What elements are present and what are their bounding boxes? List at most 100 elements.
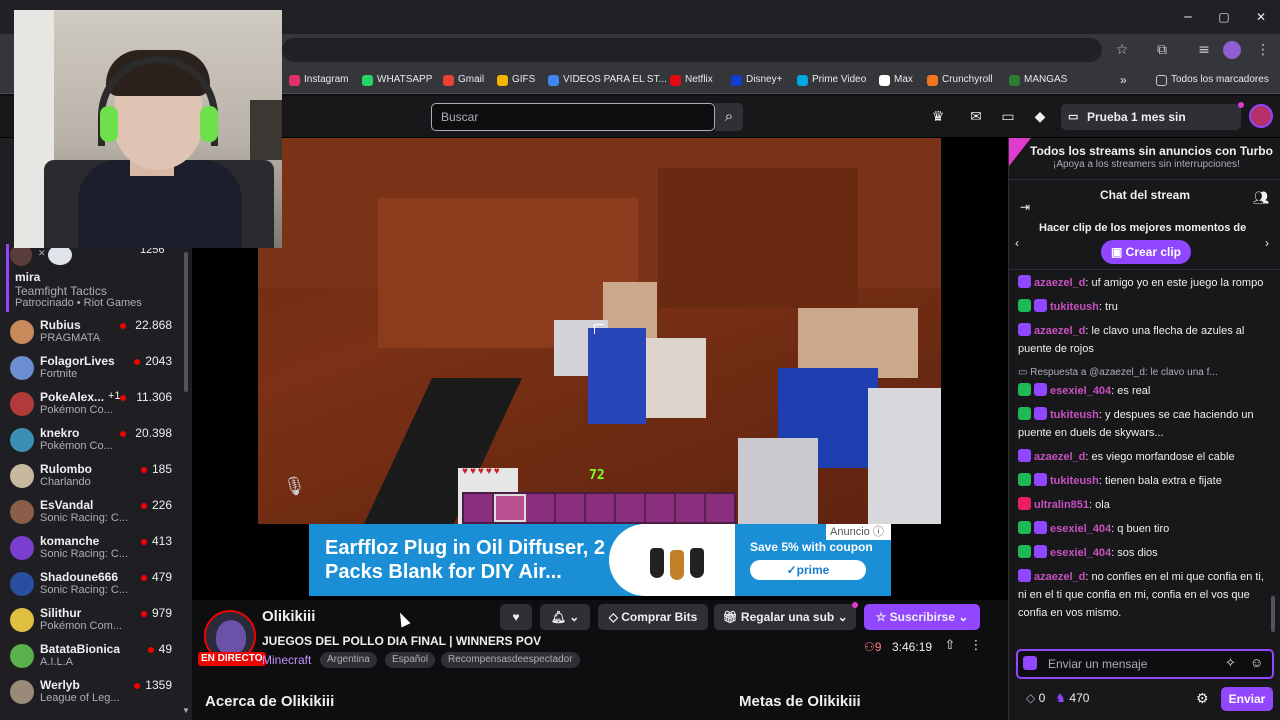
channel-name[interactable]: FolagorLives <box>40 354 115 368</box>
bookmarks-overflow-icon[interactable]: » <box>1120 72 1127 88</box>
chat-badge-icon[interactable] <box>1018 383 1031 396</box>
chat-badge-icon[interactable] <box>1018 299 1031 312</box>
whispers-icon[interactable]: ▭ <box>998 108 1018 126</box>
chat-username[interactable]: azaezel_d <box>1034 277 1085 289</box>
chat-message[interactable]: tukiteush: tru <box>1018 298 1266 316</box>
chat-username[interactable]: esexiel_404 <box>1050 523 1111 535</box>
channel-name[interactable]: Rubius <box>40 318 81 332</box>
bookmark-item[interactable]: Disney+ <box>731 72 782 88</box>
bits-and-points[interactable]: ◇ 0 ♞ 470 <box>1026 691 1089 705</box>
emote-icon[interactable]: ☺ <box>1250 655 1263 670</box>
channel-avatar[interactable] <box>10 608 34 632</box>
chat-identity-badge[interactable] <box>1023 656 1037 670</box>
chat-message[interactable]: esexiel_404: es real <box>1018 382 1266 400</box>
chat-username[interactable]: tukiteush <box>1050 301 1099 313</box>
channel-name[interactable]: PokeAlex... <box>40 390 104 404</box>
subscribe-button[interactable]: ☆ Suscribirse ⌄ <box>864 604 980 630</box>
bits-icon[interactable]: ◆ <box>1030 108 1050 126</box>
extensions-icon[interactable]: ⧉ <box>1151 40 1173 60</box>
bookmark-item[interactable]: WHATSAPP <box>362 72 432 88</box>
chat-message[interactable]: esexiel_404: sos dios <box>1018 544 1266 562</box>
address-bar[interactable] <box>282 38 1102 62</box>
bookmark-item[interactable]: Max <box>879 72 913 88</box>
maximize-icon[interactable]: ▢ <box>1214 8 1234 26</box>
media-control-icon[interactable]: ≡ <box>1193 40 1215 60</box>
game-category-link[interactable]: Minecraft <box>262 653 311 667</box>
chat-message[interactable]: azaezel_d: le clavo una flecha de azules… <box>1018 322 1266 358</box>
tag-recompensas[interactable]: Recompensasdeespectador <box>441 652 580 668</box>
chevron-right-icon[interactable]: › <box>1265 236 1269 250</box>
chevron-left-icon[interactable]: ‹ <box>1015 236 1019 250</box>
channel-name[interactable]: BatataBionica <box>40 642 120 656</box>
channel-name[interactable]: Silithur <box>40 606 81 620</box>
send-button[interactable]: Enviar <box>1221 687 1273 711</box>
chat-username[interactable]: azaezel_d <box>1034 451 1085 463</box>
inbox-icon[interactable]: ✉ <box>966 108 986 126</box>
bookmark-item[interactable]: Gmail <box>443 72 484 88</box>
chat-badge-icon[interactable] <box>1034 545 1047 558</box>
chat-scrollbar[interactable] <box>1271 596 1275 632</box>
channel-avatar[interactable] <box>10 572 34 596</box>
bookmark-item[interactable]: GIFS <box>497 72 535 88</box>
bookmark-item[interactable]: Instagram <box>289 72 348 88</box>
chat-badge-icon[interactable] <box>1018 407 1031 420</box>
channel-avatar[interactable] <box>10 644 34 668</box>
channel-name[interactable]: EsVandal <box>40 498 93 512</box>
minimize-icon[interactable]: ─ <box>1178 8 1198 26</box>
chat-settings-icon[interactable]: ⚙ <box>1196 690 1209 707</box>
chat-username[interactable]: azaezel_d <box>1034 325 1085 337</box>
chat-badge-icon[interactable] <box>1034 383 1047 396</box>
user-avatar[interactable] <box>1249 104 1273 128</box>
chat-badge-icon[interactable] <box>1018 323 1031 336</box>
ad-headline[interactable]: Earffloz Plug in Oil Diffuser, 2 Packs B… <box>325 536 615 584</box>
share-icon[interactable]: ⇧ <box>942 638 958 656</box>
chat-badge-icon[interactable] <box>1018 275 1031 288</box>
buy-bits-button[interactable]: ◇ Comprar Bits <box>598 604 708 630</box>
channel-avatar[interactable] <box>10 356 34 380</box>
bookmark-item[interactable]: Prime Video <box>797 72 866 88</box>
chat-badge-icon[interactable] <box>1034 299 1047 312</box>
sidebar-scrollbar[interactable] <box>184 252 188 392</box>
channel-avatar[interactable] <box>10 536 34 560</box>
browser-menu-icon[interactable]: ⋮ <box>1252 40 1274 60</box>
search-input[interactable]: Buscar <box>431 103 715 131</box>
follow-button[interactable]: ♥ <box>500 604 532 630</box>
bookmark-item[interactable]: Netflix <box>670 72 713 88</box>
chat-message[interactable]: tukiteush: y despues se cae haciendo un … <box>1018 406 1266 442</box>
channel-name[interactable]: Werlyb <box>40 678 80 692</box>
channel-avatar[interactable] <box>10 320 34 344</box>
ad-label[interactable]: Anuncio ⓘ <box>826 524 891 540</box>
chat-username[interactable]: azaezel_d <box>1034 571 1085 583</box>
sidebar-scroll-down-icon[interactable]: ▼ <box>182 706 190 715</box>
chat-username[interactable]: tukiteush <box>1050 409 1099 421</box>
chat-badge-icon[interactable] <box>1034 521 1047 534</box>
gift-sub-button[interactable]: 🎁︎ Regalar una sub ⌄ <box>714 604 856 630</box>
chat-badge-icon[interactable] <box>1018 569 1031 582</box>
streamer-name[interactable]: Olikikiii <box>262 608 315 625</box>
community-icon[interactable]: 👥︎ <box>1253 190 1270 206</box>
chat-message[interactable]: azaezel_d: no confies en el mi que confi… <box>1018 568 1266 622</box>
bookmark-item[interactable]: VIDEOS PARA EL ST... <box>548 72 667 88</box>
channel-avatar[interactable] <box>10 464 34 488</box>
chat-message[interactable]: ultralin851: ola <box>1018 496 1266 514</box>
chat-badge-icon[interactable] <box>1018 497 1031 510</box>
channel-avatar[interactable] <box>10 680 34 704</box>
turbo-trial-button[interactable]: ▭ Prueba 1 mes sin anuncios <box>1061 104 1241 150</box>
bookmark-star-icon[interactable]: ☆ <box>1111 40 1133 60</box>
chat-username[interactable]: tukiteush <box>1050 475 1099 487</box>
chat-username[interactable]: esexiel_404 <box>1050 385 1111 397</box>
chat-badge-icon[interactable] <box>1034 407 1047 420</box>
channel-name[interactable]: knekro <box>40 426 79 440</box>
tag-argentina[interactable]: Argentina <box>320 652 377 668</box>
chat-message[interactable]: azaezel_d: uf amigo yo en este juego la … <box>1018 274 1266 292</box>
bookmark-item[interactable]: Crunchyroll <box>927 72 993 88</box>
chat-username[interactable]: esexiel_404 <box>1050 547 1111 559</box>
tag-espanol[interactable]: Español <box>385 652 436 668</box>
sparkle-icon[interactable]: ✧ <box>1225 655 1236 671</box>
ad-prime-button[interactable]: ✓prime <box>750 560 866 580</box>
all-bookmarks-button[interactable]: Todos los marcadores <box>1156 72 1269 88</box>
search-button[interactable]: ⌕ <box>715 103 743 131</box>
channel-avatar[interactable] <box>10 392 34 416</box>
notifications-button[interactable]: 🔔︎ ⌄ <box>540 604 590 630</box>
channel-name[interactable]: Shadoune666 <box>40 570 118 584</box>
